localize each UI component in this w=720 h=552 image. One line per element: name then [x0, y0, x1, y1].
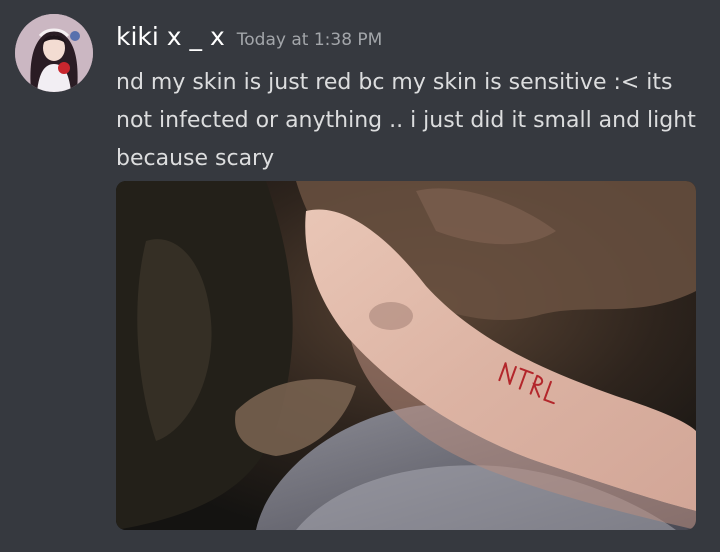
message-content: nd my skin is just red bc my skin is sen…: [116, 70, 696, 171]
message-header: kiki x _ x Today at 1:38 PM: [116, 22, 382, 56]
chat-message: kiki x _ x Today at 1:38 PM nd my skin i…: [0, 0, 720, 552]
timestamp[interactable]: Today at 1:38 PM: [237, 30, 383, 50]
avatar[interactable]: [15, 14, 93, 92]
username[interactable]: kiki x _ x: [116, 22, 225, 51]
attachment-photo: [116, 181, 696, 530]
image-attachment[interactable]: [116, 181, 696, 530]
avatar-image: [15, 14, 93, 92]
